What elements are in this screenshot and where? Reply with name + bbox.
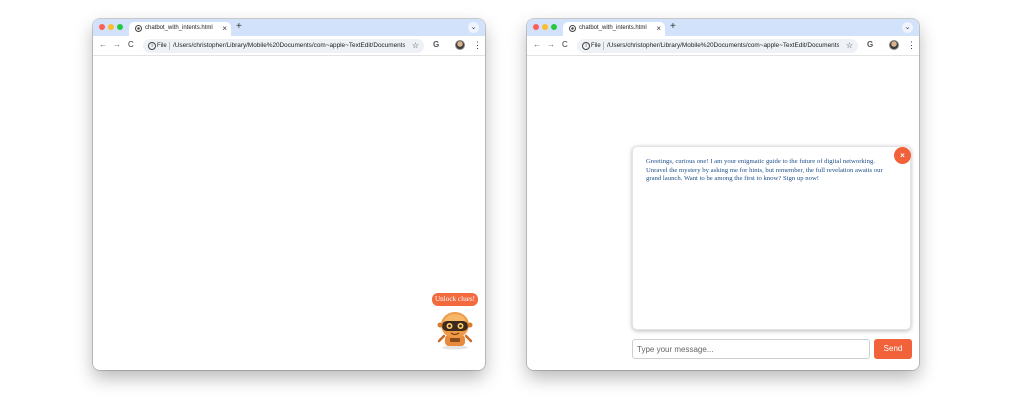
window-controls	[99, 24, 123, 30]
reload-icon[interactable]: C	[128, 40, 134, 50]
maximize-window-icon[interactable]	[117, 24, 123, 30]
new-tab-icon[interactable]: +	[236, 21, 242, 33]
tab-title: chatbot_with_intents.html	[145, 25, 213, 31]
page-content: Greetings, curious one! I am your enigma…	[527, 56, 919, 370]
robot-mascot-icon[interactable]	[434, 308, 476, 350]
tab-active[interactable]: chatbot_with_intents.html ×	[129, 22, 231, 36]
chat-panel: Greetings, curious one! I am your enigma…	[632, 146, 911, 330]
toolbar: ← → C i File /Users/christopher/Library/…	[527, 36, 919, 56]
maximize-window-icon[interactable]	[551, 24, 557, 30]
google-icon[interactable]: G	[433, 40, 439, 50]
globe-icon	[569, 25, 576, 32]
forward-arrow-icon[interactable]: →	[113, 40, 121, 50]
browser-window-left: chatbot_with_intents.html × + ⌄ ← → C i …	[93, 19, 485, 370]
profile-avatar[interactable]	[455, 40, 465, 50]
info-icon[interactable]: i	[148, 42, 156, 50]
close-chat-button[interactable]: ×	[894, 147, 911, 164]
browser-window-right: chatbot_with_intents.html × + ⌄ ← → C i …	[527, 19, 919, 370]
info-icon[interactable]: i	[582, 42, 590, 50]
forward-arrow-icon[interactable]: →	[547, 40, 555, 50]
new-tab-icon[interactable]: +	[670, 21, 676, 33]
reload-icon[interactable]: C	[562, 40, 568, 50]
minimize-window-icon[interactable]	[542, 24, 548, 30]
close-window-icon[interactable]	[533, 24, 539, 30]
bookmark-star-icon[interactable]: ☆	[412, 40, 419, 52]
file-chip: File	[157, 43, 167, 49]
profile-avatar[interactable]	[889, 40, 899, 50]
back-arrow-icon[interactable]: ←	[533, 40, 541, 50]
window-controls	[533, 24, 557, 30]
message-input[interactable]	[632, 339, 870, 359]
address-bar[interactable]: i File /Users/christopher/Library/Mobile…	[143, 39, 424, 53]
more-menu-icon[interactable]: ⋮	[473, 39, 482, 51]
tab-close-icon[interactable]: ×	[222, 23, 227, 34]
unlock-clues-badge[interactable]: Unlock clues!	[432, 293, 478, 306]
back-arrow-icon[interactable]: ←	[99, 40, 107, 50]
globe-icon	[135, 25, 142, 32]
bookmark-star-icon[interactable]: ☆	[846, 40, 853, 52]
chip-divider	[169, 42, 170, 50]
minimize-window-icon[interactable]	[108, 24, 114, 30]
chip-divider	[603, 42, 604, 50]
send-button[interactable]: Send	[874, 339, 912, 359]
chat-bot-message: Greetings, curious one! I am your enigma…	[646, 158, 883, 182]
more-menu-icon[interactable]: ⋮	[907, 39, 916, 51]
tab-close-icon[interactable]: ×	[656, 23, 661, 34]
toolbar: ← → C i File /Users/christopher/Library/…	[93, 36, 485, 56]
page-content: Unlock clues!	[93, 56, 485, 370]
tab-active[interactable]: chatbot_with_intents.html ×	[563, 22, 665, 36]
close-window-icon[interactable]	[99, 24, 105, 30]
tab-search-icon[interactable]: ⌄	[468, 22, 479, 33]
address-bar[interactable]: i File /Users/christopher/Library/Mobile…	[577, 39, 858, 53]
url-text[interactable]: /Users/christopher/Library/Mobile%20Docu…	[607, 41, 839, 51]
google-icon[interactable]: G	[867, 40, 873, 50]
url-text[interactable]: /Users/christopher/Library/Mobile%20Docu…	[173, 41, 405, 51]
tab-bar: chatbot_with_intents.html × + ⌄	[527, 19, 919, 36]
file-chip: File	[591, 43, 601, 49]
tab-search-icon[interactable]: ⌄	[902, 22, 913, 33]
tab-title: chatbot_with_intents.html	[579, 25, 647, 31]
tab-bar: chatbot_with_intents.html × + ⌄	[93, 19, 485, 36]
